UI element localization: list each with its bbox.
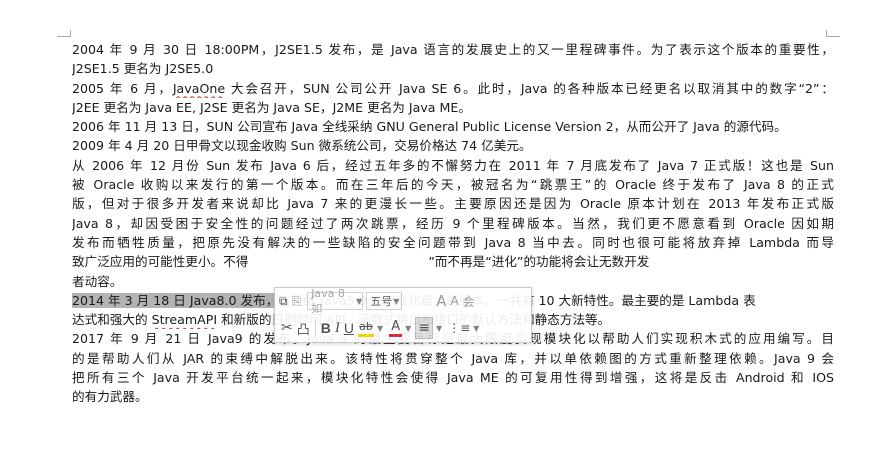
text-line: 2009 年 4 月 20 日甲骨文以现金收购 Sun 微系统公司，交易价格达 … — [72, 138, 532, 154]
chevron-down-icon[interactable]: ▼ — [377, 324, 383, 333]
document-body[interactable]: 2004 年 9 月 30 日 18:00PM，J2SE1.5 发布，是 Jav… — [72, 40, 834, 407]
text-line: 被 Oracle 收购以来发行的第一个版本。而在三年后的今天，被冠名为“跳票王”… — [72, 177, 834, 193]
text-line: 版，但对于很多开发者来说却比 Java 7 来的更漫长一些。主要原因还是因为 O… — [72, 196, 834, 212]
font-name-box[interactable]: Java 8 如 ▼ — [307, 287, 364, 315]
text-line: 致广泛应用的可能性更小。不得 ”而不再是“进化”的功能将会让无数开发 — [72, 252, 834, 271]
mini-toolbar-row: ⧉ ⎘ Java 8 如 ▼ 五号 ▼ A A 会 — [275, 287, 531, 315]
spell-error-word[interactable]: JavaOne — [173, 81, 225, 96]
chevron-down-icon[interactable]: ▼ — [436, 324, 442, 333]
phonetic-guide-icon[interactable]: 会 — [463, 291, 475, 311]
crop-mark — [57, 36, 71, 37]
text-line: 2005 年 6 月，JavaOne 大会召开，SUN 公司公开 Java SE… — [72, 79, 834, 98]
align-justify-icon[interactable]: ≡ — [415, 317, 434, 339]
crop-mark — [826, 36, 840, 37]
font-size-box[interactable]: 五号 ▼ — [366, 292, 403, 310]
text-line: 的是帮助人们从 JAR 的束缚中解脱出来。该特性将贯穿整个 Java 库，并以单… — [72, 350, 834, 366]
bold-button[interactable]: B — [321, 318, 331, 338]
font-name-value: Java 8 如 — [311, 286, 345, 315]
paste-icon[interactable]: 凸 — [297, 318, 310, 338]
format-painter-icon[interactable]: ⧉ — [279, 291, 288, 311]
font-color-bar — [389, 334, 403, 337]
underline-button[interactable]: U — [344, 318, 354, 338]
highlighter-icon: ab — [359, 319, 373, 333]
grow-font-icon[interactable]: A — [436, 291, 446, 311]
chevron-down-icon[interactable]: ▼ — [405, 324, 411, 333]
text-line: 从 2006 年 12 月份 Sun 发布 Java 6 后，经过五年多的不懈努… — [72, 157, 834, 173]
font-size-value: 五号 — [370, 295, 393, 308]
toolbar-divider — [314, 320, 316, 336]
text-line: J2EE 更名为 Java EE, J2SE 更名为 Java SE，J2ME … — [72, 99, 471, 115]
font-color-button[interactable]: A — [389, 317, 403, 339]
text-line: 把所有三个 Java 开发平台统一起来，模块化特性会使得 Java ME 的可复… — [72, 370, 834, 386]
crop-mark — [826, 30, 827, 37]
selected-text[interactable]: 2014 年 3 月 18 日 Java8.0 发布， — [72, 292, 279, 308]
font-color-icon: A — [391, 319, 401, 334]
floating-mini-toolbar: ⧉ ⎘ Java 8 如 ▼ 五号 ▼ A A 会 ✂ 凸 B I U ab ▼ A… — [274, 287, 532, 343]
text-line: J2SE1.5 更名为 J2SE5.0 — [72, 61, 214, 77]
text-run: 2005 年 6 月， — [72, 80, 173, 96]
text-line: 2006 年 11 月 13 日，SUN 公司宣布 Java 全线采纳 GNU … — [72, 119, 787, 135]
chevron-down-icon[interactable]: ▼ — [473, 324, 479, 333]
text-line: 发布而牺牲质量，把原先没有解决的一些缺陷的安全问题带到 Java 8 当中去。同… — [72, 234, 834, 250]
crop-mark — [70, 30, 71, 37]
document-page: 2004 年 9 月 30 日 18:00PM，J2SE1.5 发布，是 Jav… — [0, 0, 894, 467]
text-run: ”而不再是“进化”的功能将会让无数开发 — [428, 254, 650, 270]
shrink-font-icon[interactable]: A — [450, 291, 458, 311]
text-run: 达式和强大的 — [72, 312, 152, 328]
styles-icon[interactable]: ⎘ — [292, 291, 302, 311]
text-line: 的有力武器。 — [72, 389, 148, 405]
text-line: 2004 年 9 月 30 日 18:00PM，J2SE1.5 发布，是 Jav… — [72, 42, 834, 57]
text-run: 致广泛应用的可能性更小。不得 — [72, 254, 249, 270]
highlight-color-button[interactable]: ab — [358, 317, 374, 339]
cut-icon[interactable]: ✂ — [281, 318, 293, 338]
chevron-down-icon: ▼ — [356, 296, 363, 306]
text-run: 大会召开，SUN 公司公开 Java SE 6。此时，Java 的各种版本已经更… — [225, 80, 834, 96]
highlight-color-bar — [358, 333, 374, 337]
mini-toolbar-row: ✂ 凸 B I U ab ▼ A ▼ ≡ ▼ ⋮≡ ▼ — [275, 315, 531, 341]
line-spacing-icon[interactable]: ⋮≡ — [448, 318, 470, 338]
chevron-down-icon: ▼ — [393, 296, 400, 306]
text-line: Java 8，却因受困于安全性的问题经过了两次跳票，经历 9 个里程碑版本。当然… — [72, 215, 834, 231]
italic-button[interactable]: I — [335, 318, 340, 338]
spell-error-word[interactable]: StreamAPI — [152, 312, 218, 327]
